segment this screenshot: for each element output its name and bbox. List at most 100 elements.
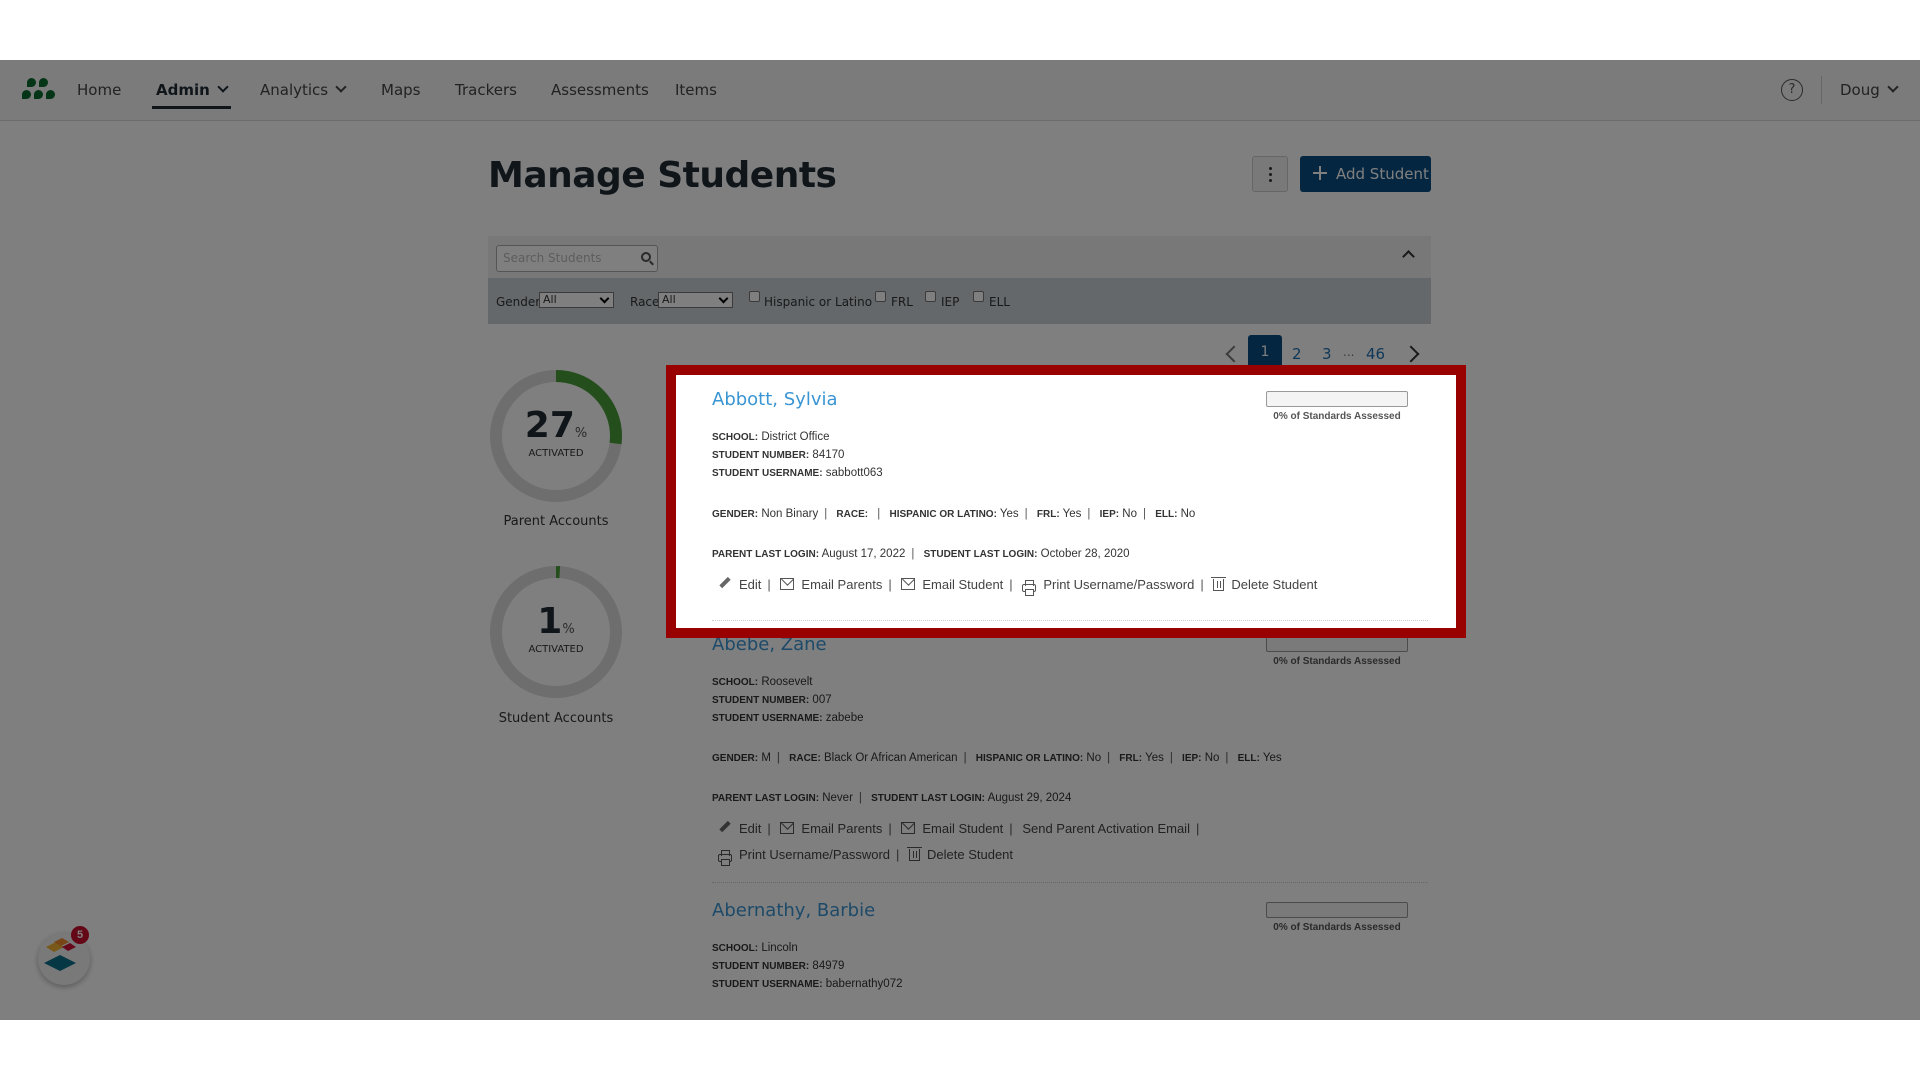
race-label: Race <box>630 295 660 309</box>
gender-select-value: All <box>543 293 557 306</box>
nav-analytics[interactable]: Analytics <box>260 60 347 121</box>
help-icon[interactable]: ? <box>1781 79 1803 101</box>
student-actions: Edit | Email Parents | Email Student | Prin… <box>718 577 1317 596</box>
search-icon[interactable] <box>641 252 651 262</box>
nav-items[interactable]: Items <box>675 60 717 121</box>
separator: | <box>911 548 915 560</box>
hispanic-checkbox[interactable] <box>749 291 760 302</box>
edit-button[interactable]: Edit <box>718 577 761 592</box>
envelope-icon <box>780 822 795 834</box>
field-label: HISPANIC OR LATINO: <box>975 753 1084 764</box>
printer-icon <box>1022 580 1037 596</box>
pencil-icon <box>716 575 734 593</box>
race-value: Black Or African American <box>824 752 958 764</box>
gender-select[interactable]: All <box>539 292 614 308</box>
field-label: RACE: <box>836 509 869 520</box>
school-value: District Office <box>761 431 830 443</box>
race-select[interactable]: All <box>658 292 733 308</box>
email-parents-label: Email Parents <box>801 821 883 836</box>
separator: | <box>1200 577 1204 592</box>
field-label: IEP: <box>1182 753 1202 764</box>
chevron-down-icon <box>1887 81 1899 93</box>
separator: | <box>963 752 967 764</box>
top-nav: Home Admin Analytics Maps Trackers Asses… <box>0 60 1920 121</box>
edit-button[interactable]: Edit <box>718 821 761 836</box>
separator: | <box>767 821 771 836</box>
nav-assessments[interactable]: Assessments <box>551 60 649 121</box>
delete-student-button[interactable]: Delete Student <box>907 847 1013 862</box>
page-2-button[interactable]: 2 <box>1292 345 1302 363</box>
page-last-button[interactable]: 46 <box>1366 345 1385 363</box>
student-percent-value: 1 <box>537 601 563 642</box>
standards-progress-bar <box>1266 391 1408 407</box>
kebab-dot <box>1269 179 1272 182</box>
prev-page-icon[interactable] <box>1225 345 1243 363</box>
frl-checkbox[interactable] <box>875 291 886 302</box>
school-value: Roosevelt <box>761 676 813 688</box>
field-label: PARENT LAST LOGIN: <box>712 549 820 560</box>
nav-admin[interactable]: Admin <box>152 60 231 121</box>
email-parents-button[interactable]: Email Parents <box>780 577 882 592</box>
edit-label: Edit <box>739 821 762 836</box>
email-student-button[interactable]: Email Student <box>901 821 1003 836</box>
ell-checkbox[interactable] <box>973 291 984 302</box>
user-menu[interactable]: Doug <box>1840 60 1899 121</box>
page-3-button[interactable]: 3 <box>1322 345 1332 363</box>
frl-value: Yes <box>1145 752 1164 764</box>
print-credentials-button[interactable]: Print Username/Password <box>1022 577 1194 596</box>
filter-panel-header: Search Students <box>488 236 1431 278</box>
student-number-line: STUDENT NUMBER: 007 <box>712 694 832 706</box>
page-title: Manage Students <box>488 155 837 196</box>
nav-trackers[interactable]: Trackers <box>455 60 517 121</box>
student-name-link[interactable]: Abernathy, Barbie <box>712 900 875 921</box>
field-label: FRL: <box>1036 509 1060 520</box>
chevron-up-icon[interactable] <box>1402 250 1415 263</box>
email-student-button[interactable]: Email Student <box>901 577 1003 592</box>
envelope-icon <box>780 578 795 590</box>
iep-label: IEP <box>941 295 960 309</box>
logo-icon[interactable] <box>22 78 58 102</box>
kebab-dot <box>1269 167 1272 170</box>
standards-progress-bar <box>1266 902 1408 918</box>
app-viewport: Home Admin Analytics Maps Trackers Asses… <box>0 60 1920 1020</box>
email-parents-button[interactable]: Email Parents <box>780 821 882 836</box>
send-activation-email-button[interactable]: Send Parent Activation Email <box>1022 821 1190 836</box>
ell-label: ELL <box>989 295 1010 309</box>
more-options-button[interactable] <box>1252 156 1288 192</box>
iep-value: No <box>1122 508 1137 520</box>
gender-value: Non Binary <box>761 508 819 520</box>
field-label: STUDENT LAST LOGIN: <box>871 793 986 804</box>
pagination-ellipsis: ... <box>1343 345 1355 359</box>
frl-value: Yes <box>1062 508 1082 520</box>
login-line: PARENT LAST LOGIN: August 17, 2022 | STUD… <box>712 548 1130 560</box>
add-student-button[interactable]: Add Student <box>1300 156 1431 192</box>
print-credentials-button[interactable]: Print Username/Password <box>718 847 890 866</box>
field-label: ELL: <box>1237 753 1260 764</box>
separator: | <box>888 821 892 836</box>
field-label: STUDENT LAST LOGIN: <box>923 549 1038 560</box>
add-student-label: Add Student <box>1336 165 1429 183</box>
highlighted-student-card: Abbott, Sylvia 0% of Standards Assessed … <box>666 365 1466 638</box>
standards-progress-label: 0% of Standards Assessed <box>1273 411 1401 422</box>
page-1-button[interactable]: 1 <box>1248 335 1282 369</box>
gender-label: Gender <box>496 295 541 309</box>
field-label: GENDER: <box>712 509 759 520</box>
nav-maps[interactable]: Maps <box>381 60 420 121</box>
envelope-icon <box>901 822 916 834</box>
separator: | <box>1169 752 1173 764</box>
nav-trackers-label: Trackers <box>455 81 517 99</box>
search-input[interactable]: Search Students <box>496 245 658 272</box>
separator: | <box>896 847 900 862</box>
student-last-login-value: August 29, 2024 <box>987 792 1072 804</box>
nav-assessments-label: Assessments <box>551 81 649 99</box>
nav-home[interactable]: Home <box>77 60 121 121</box>
student-accounts-caption: Student Accounts <box>498 711 614 726</box>
parent-percent-value: 27 <box>524 405 575 446</box>
student-name-link[interactable]: Abbott, Sylvia <box>712 389 838 410</box>
ell-value: Yes <box>1262 752 1282 764</box>
iep-checkbox[interactable] <box>925 291 936 302</box>
next-page-icon[interactable] <box>1402 345 1420 363</box>
username-line: STUDENT USERNAME: sabbott063 <box>712 467 883 479</box>
separator: | <box>1195 821 1200 836</box>
delete-student-button[interactable]: Delete Student <box>1211 577 1317 592</box>
